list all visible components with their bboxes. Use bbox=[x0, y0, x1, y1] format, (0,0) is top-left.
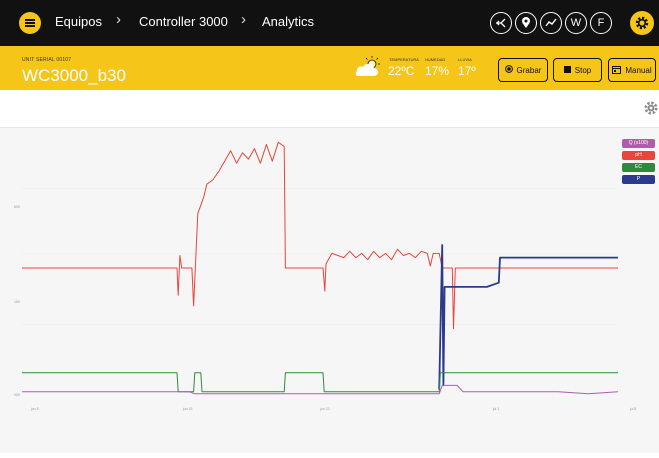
series-line-ec bbox=[22, 372, 618, 393]
series-line-q-x100 bbox=[22, 384, 619, 395]
x-tick-label: jul 8 bbox=[629, 407, 636, 411]
analytics-chart-area: 600 150 000 jun 8 jun 15 jun 22 jul 1 jul 8 Q … bbox=[0, 128, 659, 453]
chart-settings-gear-icon[interactable] bbox=[643, 100, 659, 121]
calendar-icon bbox=[612, 65, 622, 76]
breadcrumb-analytics[interactable]: Analytics bbox=[262, 14, 314, 29]
chart-toolbar bbox=[0, 90, 659, 128]
record-icon bbox=[504, 65, 513, 75]
breadcrumb-equipos[interactable]: Equipos bbox=[55, 14, 102, 29]
legend-item[interactable]: EC bbox=[622, 163, 655, 172]
breadcrumb-controller[interactable]: Controller 3000 bbox=[139, 14, 228, 29]
temperature-value: 22ºC bbox=[388, 64, 415, 78]
top-nav-bar: Equipos › Controller 3000 › Analytics W … bbox=[0, 0, 659, 46]
temperature-label: TEMPERATURA bbox=[389, 57, 419, 62]
analytics-chart[interactable]: 600 150 000 jun 8 jun 15 jun 22 jul 1 jul 8 bbox=[0, 128, 659, 453]
legend-item[interactable]: Q (x100) bbox=[622, 139, 655, 148]
hamburger-icon bbox=[25, 19, 35, 27]
menu-button[interactable] bbox=[19, 12, 41, 34]
chart-grid bbox=[22, 188, 618, 325]
manual-label: Manual bbox=[625, 65, 652, 75]
chevron-right-icon: › bbox=[241, 11, 246, 28]
f-button[interactable]: F bbox=[590, 12, 612, 34]
manual-button[interactable]: Manual bbox=[608, 58, 656, 82]
legend-item[interactable]: pH bbox=[622, 151, 655, 160]
rain-value: 17º bbox=[458, 64, 476, 78]
x-tick-label: jul 1 bbox=[492, 407, 499, 411]
partly-cloudy-icon bbox=[355, 56, 380, 76]
stop-button[interactable]: Stop bbox=[553, 58, 602, 82]
record-label: Grabar bbox=[516, 65, 542, 75]
series-line-ph bbox=[22, 141, 618, 330]
chevron-right-icon: › bbox=[116, 11, 121, 28]
stop-icon bbox=[563, 65, 571, 75]
stop-label: Stop bbox=[574, 65, 592, 75]
trend-icon[interactable] bbox=[540, 12, 562, 34]
location-pin-icon[interactable] bbox=[515, 12, 537, 34]
legend-item[interactable]: P bbox=[622, 175, 655, 184]
w-button[interactable]: W bbox=[565, 12, 587, 34]
rain-label: LLUVIA bbox=[458, 57, 472, 62]
humidity-label: HUMEDAD bbox=[425, 57, 446, 62]
x-tick-label: jun 8 bbox=[30, 407, 39, 411]
y-tick-label: 150 bbox=[14, 300, 20, 304]
y-tick-label: 600 bbox=[14, 205, 20, 209]
settings-gear-icon[interactable] bbox=[630, 11, 654, 35]
merge-icon[interactable] bbox=[490, 12, 512, 34]
unit-serial-label: UNIT SERIAL 00107 bbox=[22, 57, 72, 63]
humidity-value: 17% bbox=[425, 64, 450, 78]
series-line-p bbox=[438, 244, 618, 390]
x-tick-label: jun 15 bbox=[182, 407, 193, 411]
device-name: WC3000_b30 bbox=[22, 66, 126, 85]
y-tick-label: 000 bbox=[14, 393, 20, 397]
record-button[interactable]: Grabar bbox=[498, 58, 548, 82]
x-tick-label: jun 22 bbox=[319, 407, 330, 411]
